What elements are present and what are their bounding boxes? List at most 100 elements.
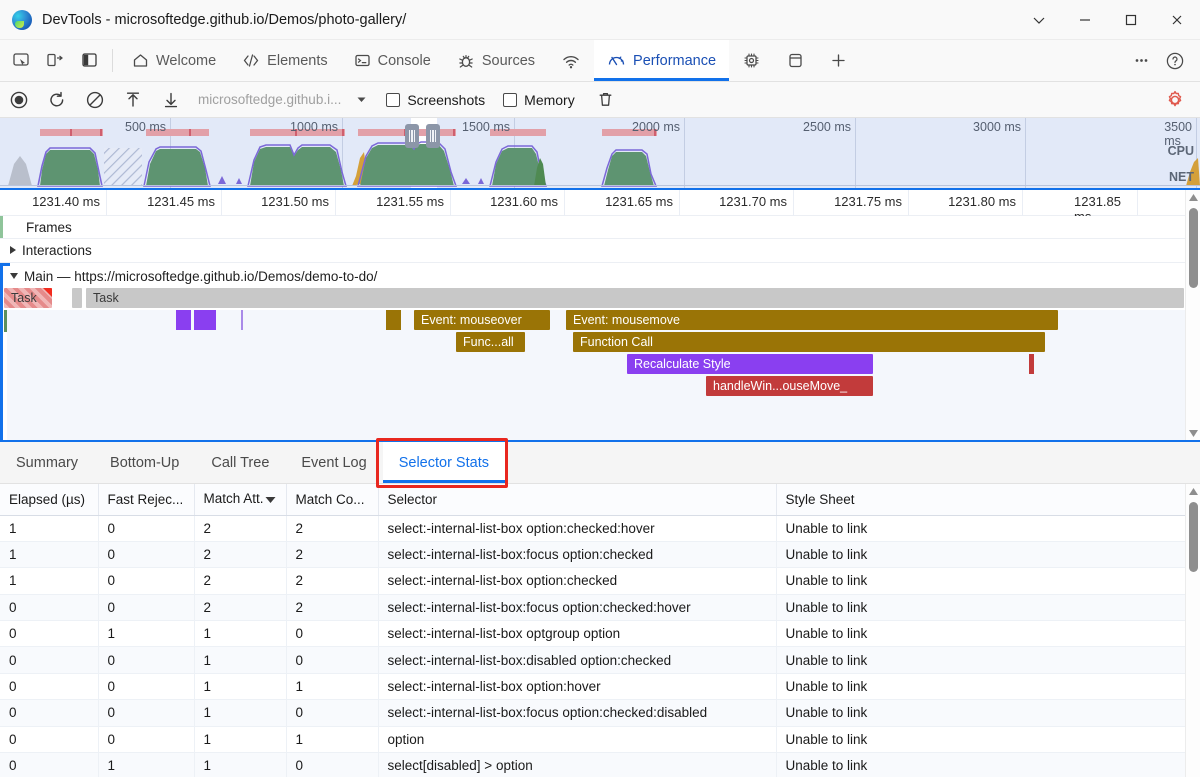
cell-fast-reject: 1 (98, 753, 194, 777)
more-tools-icon[interactable] (1124, 51, 1158, 70)
flame-bar-event-mousemove[interactable]: Event: mousemove (566, 310, 1058, 330)
cell-match-attempts: 1 (194, 700, 286, 726)
flame-bar-function-call[interactable]: Function Call (573, 332, 1045, 352)
overview-selection-handle-right[interactable] (426, 124, 440, 148)
column-header-match-count[interactable]: Match Co... (286, 484, 378, 515)
table-row[interactable]: 1 0 2 2 select:-internal-list-box option… (0, 515, 1185, 541)
gear-icon[interactable] (1164, 89, 1186, 111)
reload-record-button[interactable] (38, 82, 76, 118)
table-row[interactable]: 1 0 2 2 select:-internal-list-box:focus … (0, 541, 1185, 567)
device-emulation-icon[interactable] (38, 40, 72, 81)
column-header-selector[interactable]: Selector (378, 484, 776, 515)
track-interactions-header[interactable]: Interactions (0, 239, 1185, 261)
minimize-button[interactable] (1062, 0, 1108, 40)
cell-match-attempts: 1 (194, 621, 286, 647)
selector-stats-table[interactable]: Elapsed (µs) Fast Rejec... Match Att. Ma… (0, 484, 1200, 777)
more-chevron-button[interactable] (1016, 0, 1062, 40)
flame-bar-func-all[interactable]: Func...all (456, 332, 525, 352)
cell-elapsed: 0 (0, 673, 98, 699)
table-vertical-scrollbar[interactable] (1185, 484, 1200, 777)
record-button[interactable] (0, 82, 38, 118)
flame-bar-task[interactable]: Task (86, 288, 1184, 308)
tab-performance[interactable]: Performance (594, 40, 729, 81)
flame-block-style-thin[interactable] (241, 310, 243, 330)
tab-selector-stats[interactable]: Selector Stats (383, 442, 505, 483)
flame-bar-event-mouseover[interactable]: Event: mouseover (414, 310, 550, 330)
table-row[interactable]: 1 0 2 2 select:-internal-list-box option… (0, 568, 1185, 594)
table-row[interactable]: 0 0 2 2 select:-internal-list-box:focus … (0, 594, 1185, 620)
tab-network[interactable] (548, 40, 594, 81)
scrollbar-thumb[interactable] (1189, 208, 1198, 288)
column-header-match-attempts[interactable]: Match Att. (194, 484, 286, 515)
table-row[interactable]: 0 0 1 0 select:-internal-list-box:focus … (0, 700, 1185, 726)
ruler-tick-label: 1231.55 ms (376, 194, 450, 209)
track-interactions[interactable]: Interactions (0, 239, 1185, 261)
timeline-ruler: 1231.40 ms 1231.45 ms 1231.50 ms 1231.55… (0, 190, 1200, 216)
column-header-stylesheet[interactable]: Style Sheet (776, 484, 1185, 515)
flame-chart[interactable]: Frames Interactions Main — https://micro… (0, 216, 1185, 440)
table-row[interactable]: 0 0 1 1 option Unable to link (0, 726, 1185, 752)
scrollbar-thumb[interactable] (1189, 502, 1198, 572)
flame-block-style[interactable] (176, 310, 191, 330)
tab-event-log[interactable]: Event Log (285, 442, 382, 483)
scroll-up-arrow-icon[interactable] (1186, 190, 1200, 204)
tab-application[interactable] (774, 40, 817, 81)
screenshots-checkbox[interactable]: Screenshots (386, 92, 485, 108)
cell-selector: select:-internal-list-box option:checked… (378, 515, 776, 541)
tab-memory[interactable] (729, 40, 774, 81)
memory-checkbox[interactable]: Memory (503, 92, 575, 108)
cell-match-count: 2 (286, 594, 378, 620)
upload-profile-button[interactable] (114, 82, 152, 118)
flame-bar-recalculate-style[interactable]: Recalculate Style (627, 354, 873, 374)
track-main[interactable]: Main — https://microsoftedge.github.io/D… (0, 265, 1185, 287)
tab-sources[interactable]: Sources (444, 40, 548, 81)
tab-console[interactable]: Console (341, 40, 444, 81)
help-icon[interactable] (1158, 51, 1192, 71)
chevron-down-icon[interactable] (10, 273, 18, 279)
table-row[interactable]: 0 0 1 0 select:-internal-list-box:disabl… (0, 647, 1185, 673)
scroll-down-arrow-icon[interactable] (1186, 426, 1200, 440)
maximize-button[interactable] (1108, 0, 1154, 40)
close-button[interactable] (1154, 0, 1200, 40)
flame-block-script[interactable] (1029, 354, 1034, 374)
add-tab-button[interactable] (817, 40, 860, 81)
cell-match-count: 0 (286, 621, 378, 647)
scroll-up-arrow-icon[interactable] (1186, 484, 1200, 498)
flame-bar-task-long[interactable]: Task (4, 288, 52, 308)
overview-lane-label-cpu: CPU (1168, 144, 1194, 158)
flame-bar-handle-window-mousemove[interactable]: handleWin...ouseMove_ (706, 376, 873, 396)
tab-bottom-up[interactable]: Bottom-Up (94, 442, 195, 483)
tab-welcome[interactable]: Welcome (119, 40, 229, 81)
plus-icon (830, 52, 847, 69)
table-row[interactable]: 0 0 1 1 select:-internal-list-box option… (0, 673, 1185, 699)
tab-elements[interactable]: Elements (229, 40, 340, 81)
column-header-fast-reject[interactable]: Fast Rejec... (98, 484, 194, 515)
chevron-right-icon[interactable] (10, 246, 16, 254)
cell-elapsed: 0 (0, 753, 98, 777)
inspect-element-icon[interactable] (4, 40, 38, 81)
tab-summary[interactable]: Summary (0, 442, 94, 483)
flame-block-style[interactable] (194, 310, 216, 330)
download-profile-button[interactable] (152, 82, 190, 118)
column-header-elapsed[interactable]: Elapsed (µs) (0, 484, 98, 515)
chevron-down-icon[interactable] (355, 93, 368, 106)
flame-green-marker (4, 310, 7, 332)
flame-block-event[interactable] (386, 310, 401, 330)
trash-button[interactable] (587, 82, 625, 118)
track-main-header[interactable]: Main — https://microsoftedge.github.io/D… (0, 265, 1185, 287)
flame-bar-task-sliver[interactable] (72, 288, 82, 308)
track-frames[interactable]: Frames (0, 216, 1185, 238)
memory-chip-icon (742, 51, 761, 70)
tab-call-tree[interactable]: Call Tree (195, 442, 285, 483)
flame-vertical-scrollbar[interactable] (1185, 190, 1200, 440)
clear-button[interactable] (76, 82, 114, 118)
dock-side-icon[interactable] (72, 40, 106, 81)
cell-match-attempts: 1 (194, 673, 286, 699)
overview-selection-handle-left[interactable] (405, 124, 419, 148)
table-row[interactable]: 0 1 1 0 select[disabled] > option Unable… (0, 753, 1185, 777)
tab-label: Call Tree (211, 455, 269, 471)
timeline-overview[interactable]: 500 ms 1000 ms 1500 ms 2000 ms 2500 ms 3… (0, 118, 1200, 190)
code-brackets-icon (242, 52, 260, 69)
table-row[interactable]: 0 1 1 0 select:-internal-list-box optgro… (0, 621, 1185, 647)
tab-label: Sources (482, 53, 535, 69)
